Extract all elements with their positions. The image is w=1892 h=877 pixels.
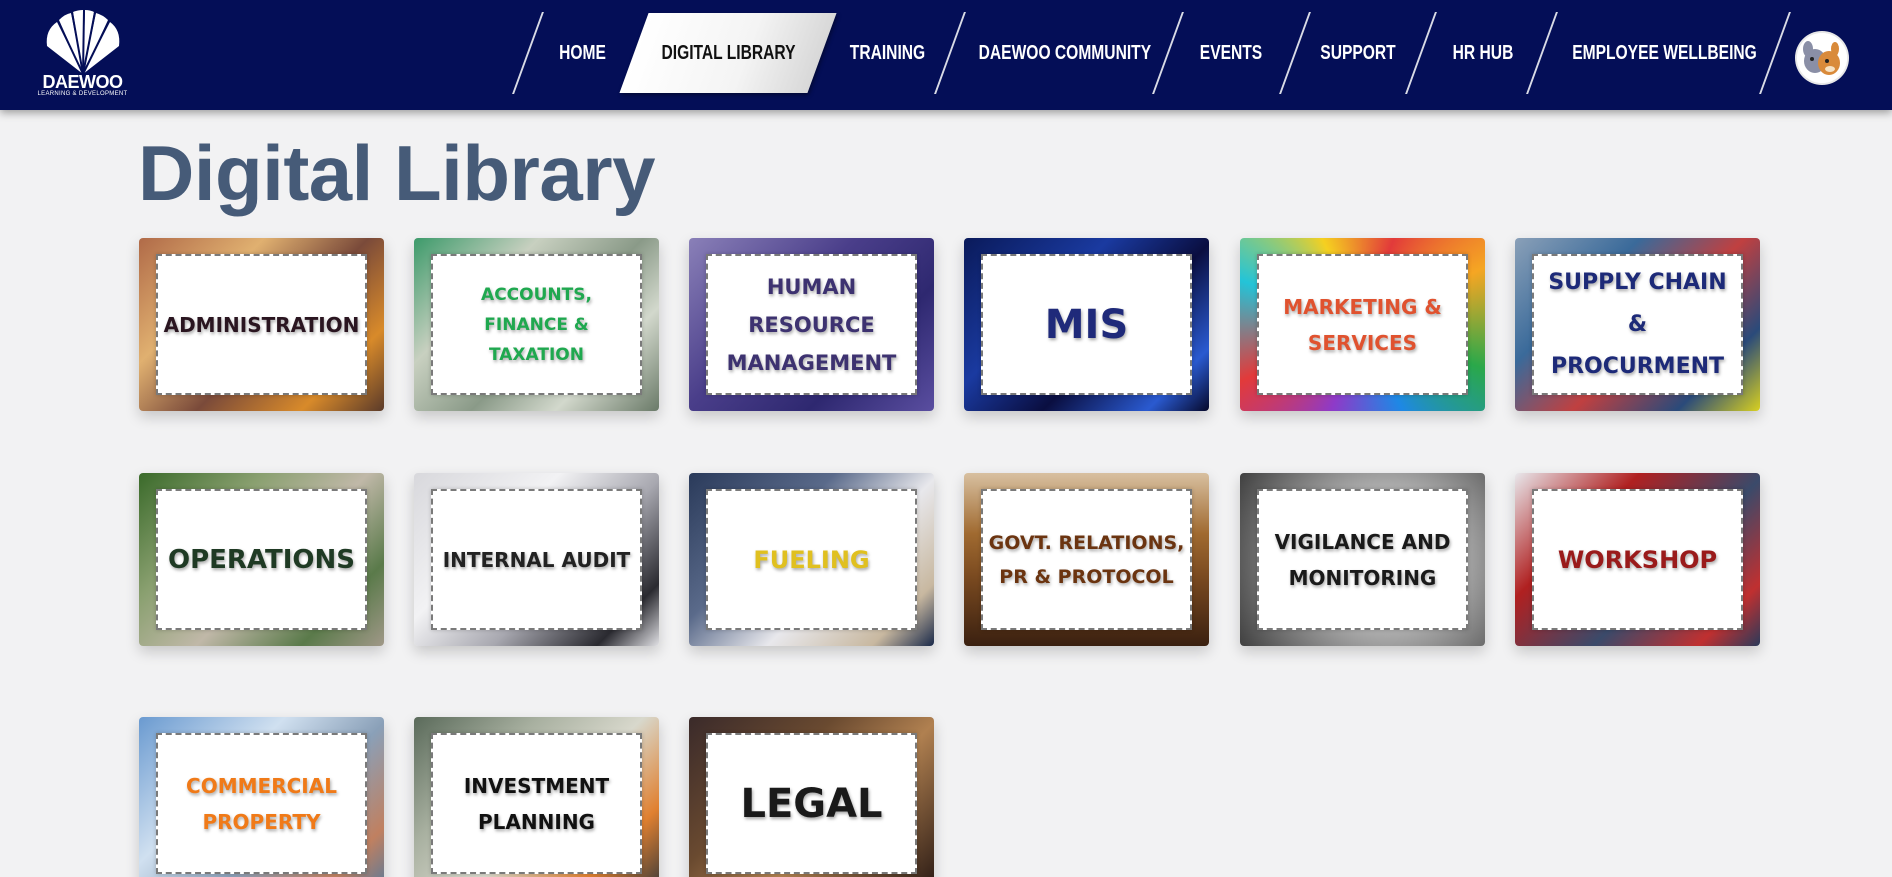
user-avatar[interactable]: [1797, 33, 1847, 83]
nav-home[interactable]: HOME: [548, 12, 617, 94]
nav-separator: [1405, 12, 1437, 94]
nav-employee-wellbeing[interactable]: EMPLOYEE WELLBEING: [1572, 12, 1757, 94]
card-label-panel: MIS: [981, 254, 1192, 395]
card-label-panel: LEGAL: [706, 733, 917, 874]
logo-subtitle: LEARNING & DEVELOPMENT: [37, 91, 128, 97]
cartoon-avatar-icon: [1797, 33, 1847, 83]
card-label-panel: MARKETING & SERVICES: [1257, 254, 1468, 395]
card-label: GOVT. RELATIONS, PR & PROTOCOL: [988, 531, 1185, 588]
card-label: FUELING: [753, 545, 870, 574]
category-card-workshop[interactable]: WORKSHOP: [1515, 473, 1760, 646]
nav-events[interactable]: EVENTS: [1190, 12, 1273, 94]
nav-separator: [1759, 12, 1791, 94]
category-card-human-resource-management[interactable]: HUMAN RESOURCE MANAGEMENT: [689, 238, 934, 411]
card-label: INVESTMENT PLANNING: [463, 773, 610, 834]
card-label-panel: VIGILANCE AND MONITORING: [1257, 489, 1468, 630]
card-label-panel: INTERNAL AUDIT: [431, 489, 642, 630]
category-card-govt-relations-pr-protocol[interactable]: GOVT. RELATIONS, PR & PROTOCOL: [964, 473, 1209, 646]
card-label-panel: FUELING: [706, 489, 917, 630]
nav-support[interactable]: SUPPORT: [1317, 12, 1400, 94]
nav-hr-hub[interactable]: HR HUB: [1442, 12, 1525, 94]
card-label-panel: ACCOUNTS, FINANCE & TAXATION: [431, 254, 642, 395]
card-label-panel: INVESTMENT PLANNING: [431, 733, 642, 874]
category-card-fueling[interactable]: FUELING: [689, 473, 934, 646]
nav-daewoo-community[interactable]: DAEWOO COMMUNITY: [979, 12, 1151, 94]
card-label: MARKETING & SERVICES: [1283, 294, 1442, 355]
nav-training[interactable]: TRAINING: [843, 12, 933, 94]
card-label: SUPPLY CHAIN & PROCURMENT: [1548, 269, 1727, 379]
category-card-operations[interactable]: OPERATIONS: [139, 473, 384, 646]
category-card-legal[interactable]: LEGAL: [689, 717, 934, 877]
card-label: WORKSHOP: [1557, 545, 1718, 574]
card-label: HUMAN RESOURCE MANAGEMENT: [726, 274, 897, 375]
category-card-administration[interactable]: ADMINISTRATION: [139, 238, 384, 411]
category-card-investment-planning[interactable]: INVESTMENT PLANNING: [414, 717, 659, 877]
card-label: LEGAL: [740, 780, 883, 827]
nav-separator: [1152, 12, 1184, 94]
card-label-panel: HUMAN RESOURCE MANAGEMENT: [706, 254, 917, 395]
card-label: ADMINISTRATION: [163, 312, 360, 337]
card-label: MIS: [1044, 301, 1129, 348]
category-card-accounts-finance-taxation[interactable]: ACCOUNTS, FINANCE & TAXATION: [414, 238, 659, 411]
category-card-commercial-property[interactable]: COMMERCIAL PROPERTY: [139, 717, 384, 877]
logo-wordmark: DAEWOO: [42, 72, 124, 92]
card-label: ACCOUNTS, FINANCE & TAXATION: [481, 284, 592, 365]
card-label-panel: SUPPLY CHAIN & PROCURMENT: [1532, 254, 1743, 395]
card-label: OPERATIONS: [167, 544, 356, 575]
nav-separator: [1526, 12, 1558, 94]
card-label-panel: GOVT. RELATIONS, PR & PROTOCOL: [981, 489, 1192, 630]
nav-separator: [934, 12, 966, 94]
daewoo-logo[interactable]: DAEWOO LEARNING & DEVELOPMENT: [30, 8, 135, 104]
category-card-supply-chain-procurement[interactable]: SUPPLY CHAIN & PROCURMENT: [1515, 238, 1760, 411]
category-card-vigilance-monitoring[interactable]: VIGILANCE AND MONITORING: [1240, 473, 1485, 646]
page-title: Digital Library: [138, 129, 655, 217]
card-label-panel: ADMINISTRATION: [156, 254, 367, 395]
shell-logo-icon: [46, 9, 119, 75]
category-card-marketing-services[interactable]: MARKETING & SERVICES: [1240, 238, 1485, 411]
card-label: INTERNAL AUDIT: [442, 547, 631, 572]
card-label-panel: WORKSHOP: [1532, 489, 1743, 630]
category-card-mis[interactable]: MIS: [964, 238, 1209, 411]
card-label-panel: COMMERCIAL PROPERTY: [156, 733, 367, 874]
card-label-panel: OPERATIONS: [156, 489, 367, 630]
nav-separator: [512, 12, 544, 94]
nav-digital-library[interactable]: DIGITAL LIBRARY: [658, 12, 799, 94]
top-navigation-bar: DAEWOO LEARNING & DEVELOPMENT HOME DIGIT…: [0, 0, 1892, 110]
card-label: COMMERCIAL PROPERTY: [186, 773, 337, 834]
category-card-internal-audit[interactable]: INTERNAL AUDIT: [414, 473, 659, 646]
nav-separator: [1279, 12, 1311, 94]
card-label: VIGILANCE AND MONITORING: [1274, 529, 1451, 590]
